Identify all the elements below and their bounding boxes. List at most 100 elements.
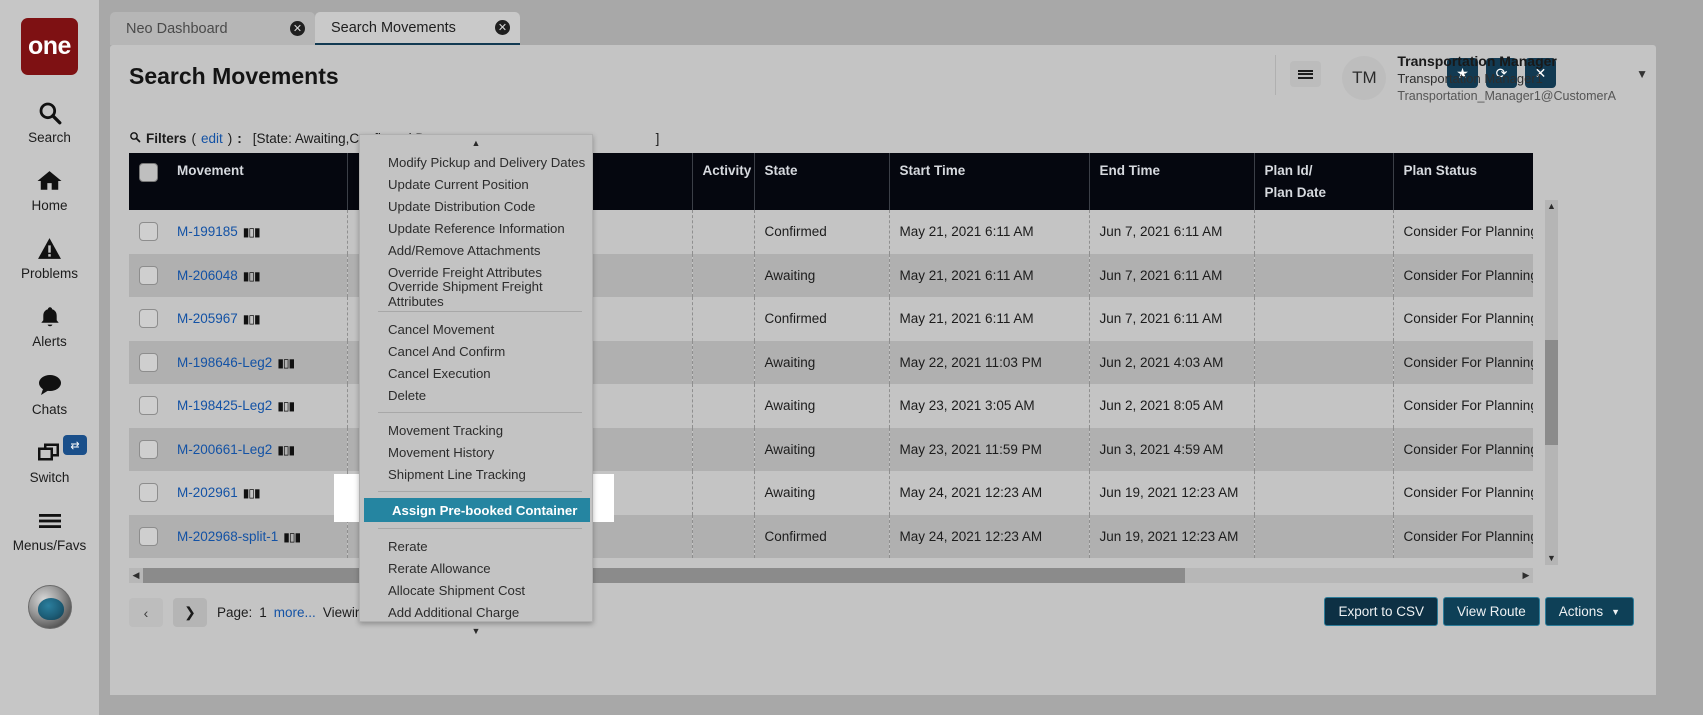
row-checkbox-cell[interactable] (129, 254, 167, 298)
map-icon[interactable]: ▮▯▮ (243, 312, 260, 326)
cell-movement[interactable]: M-202968-split-1▮▯▮ (167, 515, 347, 559)
cell-movement[interactable]: M-200661-Leg2▮▯▮ (167, 428, 347, 472)
table-horizontal-scrollbar[interactable]: ◀ ▶ (129, 568, 1533, 583)
prev-page-button[interactable]: ‹ (129, 598, 163, 627)
menu-item-allocate-shipment-cost[interactable]: Allocate Shipment Cost (360, 579, 592, 601)
map-icon[interactable]: ▮▯▮ (243, 486, 260, 500)
more-link[interactable]: more... (274, 605, 316, 620)
row-checkbox-cell[interactable] (129, 341, 167, 385)
globe-avatar-icon[interactable] (28, 585, 72, 629)
caret-up-icon[interactable]: ▲ (1545, 200, 1558, 213)
scroll-thumb[interactable] (1545, 340, 1558, 445)
column-plan-id[interactable]: Plan Id/ Plan Date (1254, 153, 1393, 210)
row-checkbox[interactable] (139, 309, 158, 328)
table-row[interactable]: M-206048▮▯▮AwaitingMay 21, 2021 6:11 AMJ… (129, 254, 1533, 298)
caret-down-icon[interactable]: ▼ (360, 623, 592, 639)
row-checkbox[interactable] (139, 266, 158, 285)
column-start-time[interactable]: Start Time (889, 153, 1089, 210)
map-icon[interactable]: ▮▯▮ (243, 269, 260, 283)
cell-movement[interactable]: M-202961▮▯▮ (167, 471, 347, 515)
swap-arrows-icon[interactable]: ⇄ (63, 435, 87, 455)
table-vertical-scrollbar[interactable]: ▲ ▼ (1545, 200, 1558, 565)
tab-search-movements[interactable]: Search Movements ✕ (315, 12, 520, 45)
table-row[interactable]: M-200661-Leg2▮▯▮AwaitingMay 23, 2021 11:… (129, 428, 1533, 472)
view-route-button[interactable]: View Route (1443, 597, 1540, 626)
app-logo[interactable]: one (21, 18, 78, 75)
row-checkbox-cell[interactable] (129, 210, 167, 254)
close-icon[interactable]: ✕ (290, 21, 305, 36)
cell-movement[interactable]: M-198425-Leg2▮▯▮ (167, 384, 347, 428)
table-row[interactable]: M-205967▮▯▮ConfirmedMay 21, 2021 6:11 AM… (129, 297, 1533, 341)
close-icon[interactable]: ✕ (495, 20, 510, 35)
actions-button[interactable]: Actions ▼ (1545, 597, 1634, 626)
column-movement[interactable]: Movement (167, 153, 347, 210)
column-state[interactable]: State (754, 153, 889, 210)
table-row[interactable]: M-198646-Leg2▮▯▮AwaitingMay 22, 2021 11:… (129, 341, 1533, 385)
tab-neo-dashboard[interactable]: Neo Dashboard ✕ (110, 12, 315, 45)
cell-movement[interactable]: M-205967▮▯▮ (167, 297, 347, 341)
row-checkbox[interactable] (139, 440, 158, 459)
sidebar-item-search[interactable]: Search (0, 97, 99, 145)
menu-item-update-reference-information[interactable]: Update Reference Information (360, 217, 592, 239)
map-icon[interactable]: ▮▯▮ (277, 399, 294, 413)
sidebar-item-home[interactable]: Home (0, 165, 99, 213)
cell-movement[interactable]: M-206048▮▯▮ (167, 254, 347, 298)
row-checkbox[interactable] (139, 353, 158, 372)
map-icon[interactable]: ▮▯▮ (283, 530, 300, 544)
table-row[interactable]: M-198425-Leg2▮▯▮AwaitingMay 23, 2021 3:0… (129, 384, 1533, 428)
column-end-time[interactable]: End Time (1089, 153, 1254, 210)
row-checkbox-cell[interactable] (129, 384, 167, 428)
row-checkbox-cell[interactable] (129, 297, 167, 341)
caret-left-icon[interactable]: ◀ (129, 568, 143, 583)
scroll-thumb[interactable] (143, 568, 1185, 583)
cell-movement[interactable]: M-199185▮▯▮ (167, 210, 347, 254)
sidebar-item-menus-favs[interactable]: Menus/Favs (0, 505, 99, 553)
caret-right-icon[interactable]: ▶ (1519, 568, 1533, 583)
menu-item-cancel-and-confirm[interactable]: Cancel And Confirm (360, 340, 592, 362)
column-activity[interactable]: Activity (692, 153, 754, 210)
menu-item-cancel-movement[interactable]: Cancel Movement (360, 318, 592, 340)
row-checkbox[interactable] (139, 396, 158, 415)
row-checkbox-cell[interactable] (129, 515, 167, 559)
cell-movement[interactable]: M-198646-Leg2▮▯▮ (167, 341, 347, 385)
select-all-header[interactable] (129, 153, 167, 210)
menu-item-movement-history[interactable]: Movement History (360, 441, 592, 463)
caret-down-icon[interactable]: ▼ (1545, 552, 1558, 565)
caret-up-icon[interactable]: ▲ (360, 135, 592, 151)
menu-item-rerate[interactable]: Rerate (360, 535, 592, 557)
menu-item-modify-pickup-delivery-dates[interactable]: Modify Pickup and Delivery Dates (360, 151, 592, 173)
menu-item-shipment-line-tracking[interactable]: Shipment Line Tracking (360, 463, 592, 485)
sidebar-item-switch[interactable]: ⇄ Switch (0, 437, 99, 485)
menu-item-add-remove-attachments[interactable]: Add/Remove Attachments (360, 239, 592, 261)
menu-item-add-additional-charge[interactable]: Add Additional Charge (360, 601, 592, 623)
row-checkbox[interactable] (139, 222, 158, 241)
menu-item-assign-pre-booked-container[interactable]: Assign Pre-booked Container (364, 498, 590, 522)
table-row[interactable]: M-199185▮▯▮ConfirmedMay 21, 2021 6:11 AM… (129, 210, 1533, 254)
next-page-button[interactable]: ❯ (173, 598, 207, 627)
row-checkbox[interactable] (139, 483, 158, 502)
actions-context-menu[interactable]: ▲ Modify Pickup and Delivery Dates Updat… (359, 134, 593, 622)
filters-edit-link[interactable]: edit (201, 131, 223, 146)
map-icon[interactable]: ▮▯▮ (277, 443, 294, 457)
sidebar-item-chats[interactable]: Chats (0, 369, 99, 417)
menu-item-override-shipment-freight-attributes[interactable]: Override Shipment Freight Attributes (360, 283, 592, 305)
page-menu-button[interactable] (1290, 61, 1321, 87)
menu-item-update-distribution-code[interactable]: Update Distribution Code (360, 195, 592, 217)
sidebar-item-problems[interactable]: Problems (0, 233, 99, 281)
map-icon[interactable]: ▮▯▮ (243, 225, 260, 239)
row-checkbox-cell[interactable] (129, 428, 167, 472)
column-plan-status[interactable]: Plan Status (1393, 153, 1533, 210)
user-profile[interactable]: TM Transportation Manager Transportation… (1342, 53, 1616, 104)
menu-item-movement-tracking[interactable]: Movement Tracking (360, 419, 592, 441)
row-checkbox-cell[interactable] (129, 471, 167, 515)
map-icon[interactable]: ▮▯▮ (277, 356, 294, 370)
sidebar-item-alerts[interactable]: Alerts (0, 301, 99, 349)
menu-item-delete[interactable]: Delete (360, 384, 592, 406)
row-checkbox[interactable] (139, 527, 158, 546)
menu-item-rerate-allowance[interactable]: Rerate Allowance (360, 557, 592, 579)
select-all-checkbox[interactable] (139, 163, 158, 182)
menu-item-update-current-position[interactable]: Update Current Position (360, 173, 592, 195)
menu-item-cancel-execution[interactable]: Cancel Execution (360, 362, 592, 384)
export-csv-button[interactable]: Export to CSV (1324, 597, 1438, 626)
chevron-down-icon[interactable]: ▼ (1636, 67, 1648, 81)
